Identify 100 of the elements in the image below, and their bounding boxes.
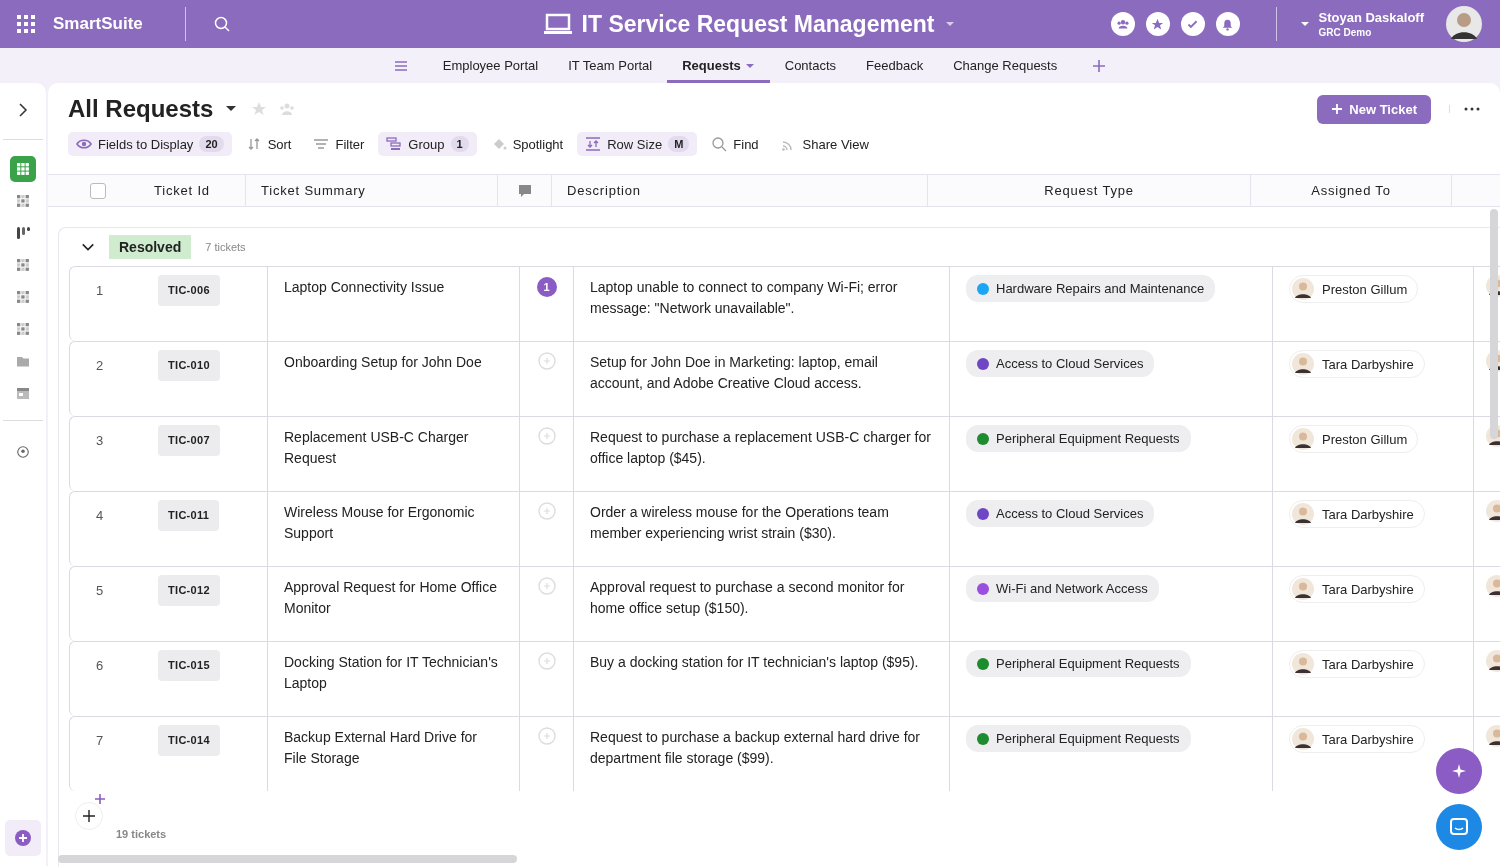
table-cell: Request to purchase a replacement USB-C charger for office laptop ($45). [574,417,950,491]
ai-button[interactable] [1436,748,1482,794]
ticket-id: TIC-011 [158,500,220,531]
request-type-tag: Peripheral Equipment Requests [966,650,1191,677]
nav-tab[interactable]: Employee Portal [427,51,554,83]
scrollbar[interactable] [58,855,517,863]
ticket-id: TIC-014 [158,725,220,756]
toolbar-button[interactable]: Share View [772,132,877,156]
add-row-button[interactable] [75,802,103,830]
request-type-tag: Access to Cloud Services [966,500,1155,527]
tasks-button[interactable] [1180,12,1205,36]
add-comment-icon [536,427,557,447]
user-avatar-icon [1446,6,1482,42]
grid-icon [15,193,31,209]
comment-count[interactable]: 1 [536,277,557,297]
toolbar-button[interactable]: Row Size M [577,132,698,156]
bell-icon [1221,17,1235,31]
table-cell: Replacement USB-C Charger Request [268,417,520,491]
ticket-id: TIC-007 [158,425,220,456]
request-type-tag: Access to Cloud Services [966,350,1155,377]
row-number: 7 [96,732,105,750]
record-count: 19 tickets [116,828,167,840]
select-all-checkbox[interactable] [90,182,106,199]
table-cell: Approval Request for Home Office Monitor [268,567,520,641]
count-badge: 1 [450,136,469,152]
table-cell: Docking Station for IT Technician's Laptop [268,642,520,716]
ticket-id: TIC-006 [158,275,220,306]
row-number: 4 [96,507,105,525]
ticket-id: TIC-015 [158,650,220,681]
view-title: All Requests [68,95,214,123]
row-number: 5 [96,582,105,600]
chat-icon [1448,816,1470,838]
add-comment-icon [536,352,557,372]
scrollbar[interactable] [1490,209,1498,439]
grid-icon [15,161,31,177]
avatar-icon [1292,578,1314,600]
request-type-tag: Hardware Repairs and Maintenance [966,275,1216,302]
row-number: 3 [96,432,105,450]
row-number: 1 [96,282,105,300]
search-icon [711,136,728,152]
grid-icon [15,289,31,305]
add-button[interactable] [5,820,41,856]
sparkle-icon [1451,763,1467,779]
search-icon [213,16,230,32]
comment-icon [516,182,533,199]
nav-tab[interactable]: Change Requests [938,51,1073,83]
app-title: IT Service Request Management [581,10,935,38]
toolbar-button[interactable]: Find [703,132,767,156]
team-button[interactable] [1110,12,1135,36]
table-cell: Backup External Hard Drive for File Storage [268,717,520,791]
table-cell: Approval request to purchase a second monitor for home office setup ($150). [574,567,950,641]
laptop-icon [543,13,572,35]
filter-icon [313,136,330,152]
table-cell: Onboarding Setup for John Doe [268,342,520,416]
plus-icon [94,793,106,805]
nav-tab[interactable]: Feedback [851,51,939,83]
row-number: 6 [96,657,105,675]
notifications-button[interactable] [1215,12,1240,36]
more-icon [1464,105,1480,113]
plus-icon [1331,103,1344,115]
nav-tab[interactable]: IT Team Portal [553,51,668,83]
toolbar-button[interactable]: Sort [237,132,300,156]
table-cell: Request to purchase a backup external hard drive for department file storage ($99). [574,717,950,791]
add-comment-icon [536,652,557,672]
nav-tab[interactable]: Contacts [769,51,852,83]
ticket-id: TIC-010 [158,350,220,381]
kanban-icon [15,225,31,241]
plus-icon [82,809,96,823]
request-type-tag: Peripheral Equipment Requests [966,725,1191,752]
chat-button[interactable] [1436,804,1482,850]
table-cell: Laptop Connectivity Issue [268,267,520,341]
group-count: 7 tickets [205,241,246,253]
add-comment-icon [536,577,557,597]
table-cell: Order a wireless mouse for the Operations team member experiencing wrist strain ($30). [574,492,950,566]
people-icon [1115,17,1130,31]
table-cell: Wireless Mouse for Ergonomic Support [268,492,520,566]
toolbar-button[interactable]: Spotlight [482,132,572,156]
table-cell: Setup for John Doe in Marketing: laptop, email account, and Adobe Creative Cloud access. [574,342,950,416]
toolbar-button[interactable]: Group 1 [378,132,477,156]
favorites-button[interactable] [1145,12,1170,36]
menu-icon [393,58,408,73]
row-number: 2 [96,357,105,375]
star-icon [1151,17,1165,31]
toolbar-button[interactable]: Filter [305,132,373,156]
new-ticket-button[interactable]: New Ticket [1317,94,1431,124]
toolbar-button[interactable]: Fields to Display 20 [68,132,232,156]
user-org: GRC Demo [1318,27,1373,38]
grid-icon [15,257,31,273]
count-badge: 20 [199,136,224,152]
row-size-icon [585,136,602,152]
ticket-id: TIC-012 [158,575,220,606]
group-icon [386,136,403,152]
column-header: Assigned To [1251,175,1452,206]
column-header: Ticket Id [154,183,210,198]
avatar-icon [1292,278,1314,300]
plus-icon [1092,58,1107,73]
avatar-icon [1292,503,1314,525]
add-comment-icon [536,502,557,522]
avatar-icon [1292,428,1314,450]
column-header: Ticket Summary [246,175,498,206]
